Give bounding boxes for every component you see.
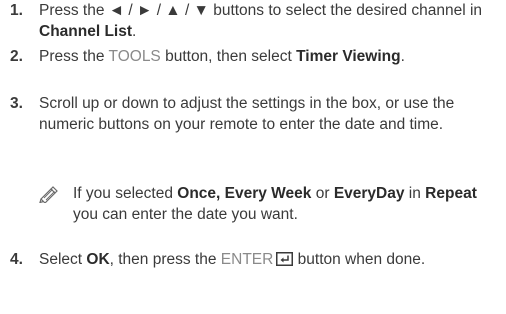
- step-text-part: Press the: [39, 48, 109, 65]
- step-number: 2.: [10, 48, 23, 65]
- note-text-part: If you selected: [73, 185, 178, 202]
- step-text: Scroll up or down to adjust the settings…: [39, 93, 500, 135]
- channel-list-term: Channel List: [39, 23, 133, 40]
- timer-viewing-term: Timer Viewing: [296, 48, 401, 65]
- pencil-note-icon: [39, 186, 58, 203]
- ok-term: OK: [86, 251, 110, 268]
- step-text-part: Scroll up or down to adjust the settings…: [39, 95, 455, 133]
- once-every-week-term: Once, Every Week: [177, 185, 312, 202]
- step-text-part: Select: [39, 251, 87, 268]
- step-text: Select OK, then press the ENTER button w…: [39, 249, 500, 270]
- step-text-part: button when done.: [293, 251, 426, 268]
- note-text-part: in: [404, 185, 426, 202]
- repeat-term: Repeat: [425, 185, 477, 202]
- step-text: Press the ◄ / ► / ▲ / ▼ buttons to selec…: [39, 0, 500, 42]
- step-text-part: .: [132, 23, 137, 40]
- note-text-part: or: [311, 185, 334, 202]
- instruction-document: 1. Press the ◄ / ► / ▲ / ▼ buttons to se…: [0, 0, 506, 314]
- step-text-part: .: [400, 48, 405, 65]
- enter-key-label: ENTER: [220, 251, 274, 268]
- tools-key-label: TOOLS: [108, 48, 161, 65]
- note-text-part: you can enter the date you want.: [73, 206, 298, 223]
- step-text: Press the TOOLS button, then select Time…: [39, 46, 500, 67]
- step-number: 1.: [10, 2, 23, 19]
- step-number: 3.: [10, 95, 23, 112]
- step-text-part: button, then select: [160, 48, 297, 65]
- note-text: If you selected Once, Every Week or Ever…: [73, 183, 502, 225]
- step-number: 4.: [10, 251, 23, 268]
- enter-key-icon: [276, 252, 294, 266]
- step-text-part: Press the ◄ / ► / ▲ / ▼ buttons to selec…: [39, 2, 483, 19]
- step-text-part: , then press the: [109, 251, 221, 268]
- everyday-term: EveryDay: [333, 185, 405, 202]
